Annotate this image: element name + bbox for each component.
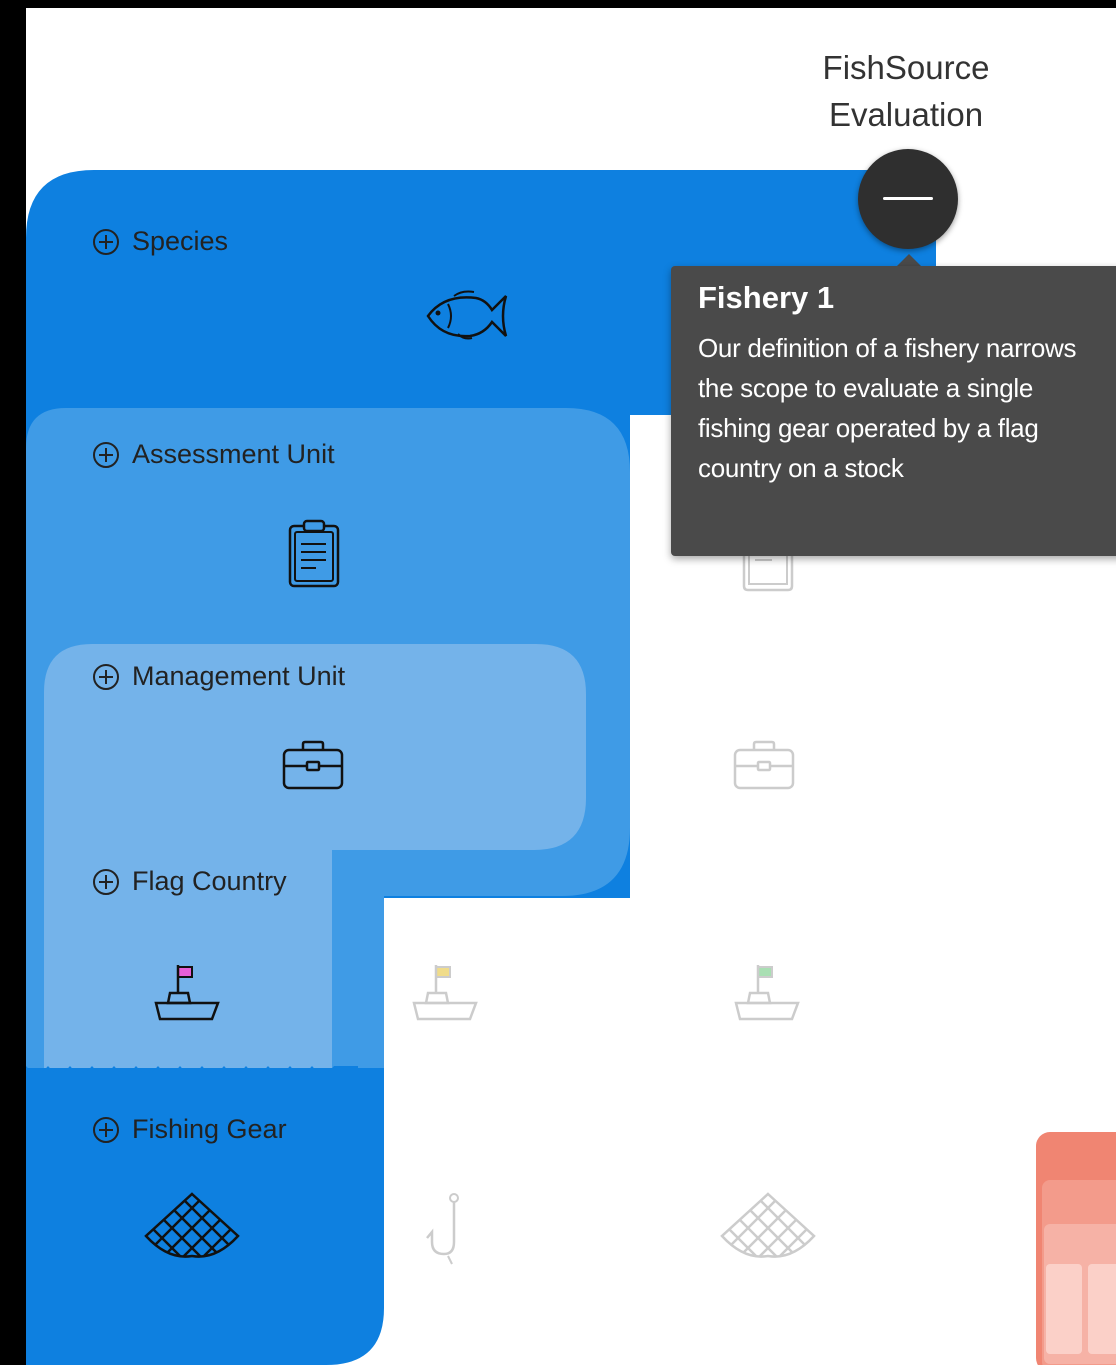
briefcase-icon-faded[interactable] [732,740,796,792]
tooltip-title: Fishery 1 [698,280,835,315]
flag-country-label-text: Flag Country [132,866,287,896]
net-icon-faded[interactable] [720,1190,816,1260]
plus-circle-icon [93,663,119,690]
fishing-gear-label-text: Fishing Gear [132,1114,287,1144]
clipboard-icon[interactable] [286,518,342,590]
net-icon[interactable] [144,1190,240,1260]
boat-flag-icon[interactable] [154,963,220,1023]
assessment-unit-label[interactable]: Assessment Unit [92,439,335,470]
header-title-line2: Evaluation [828,96,984,133]
assessment-unit-label-text: Assessment Unit [132,439,335,469]
hook-icon[interactable] [424,1192,464,1266]
side-card[interactable] [1036,1132,1116,1365]
management-unit-label[interactable]: Management Unit [92,661,345,692]
fish-icon[interactable] [424,288,512,344]
minus-icon [883,197,933,200]
evaluation-header: FishSource Evaluation [786,44,1026,138]
fishery-tooltip: Fishery 1 Our definition of a fishery na… [671,266,1116,556]
boat-flag-icon-faded[interactable] [734,963,800,1023]
plus-circle-icon [93,228,119,255]
briefcase-icon[interactable] [281,740,345,792]
plus-circle-icon [93,441,119,468]
management-unit-label-text: Management Unit [132,661,346,691]
fishery-toggle-button[interactable] [858,149,958,249]
plus-circle-icon [93,1116,119,1143]
flag-country-label[interactable]: Flag Country [92,866,287,897]
plus-circle-icon [93,868,119,895]
species-label[interactable]: Species [92,226,228,257]
species-label-text: Species [132,226,229,256]
fishing-gear-label[interactable]: Fishing Gear [92,1114,287,1145]
header-title-line1: FishSource [822,49,990,86]
tooltip-body: Our definition of a fishery narrows the … [698,333,1077,483]
fishery-diagram: FishSource Evaluation Species Assessment… [26,8,1116,1365]
boat-flag-icon-faded[interactable] [412,963,478,1023]
